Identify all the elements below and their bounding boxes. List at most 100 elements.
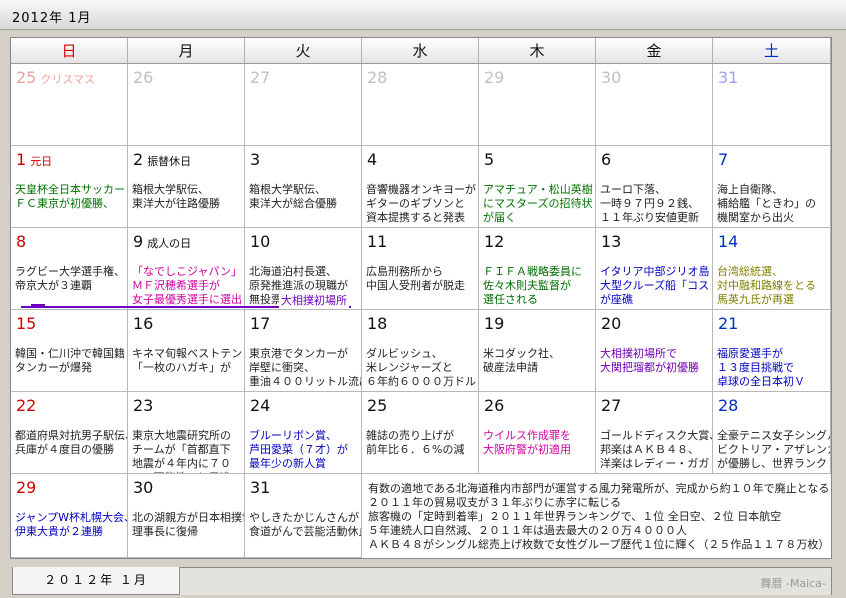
day-cell[interactable]: 29	[479, 64, 596, 146]
day-number-text: 17	[250, 314, 271, 333]
day-number: 25	[367, 396, 387, 415]
day-event[interactable]: 韓国・仁川沖で韓国籍 タンカーが爆発	[15, 347, 125, 375]
day-cell[interactable]: 31 やしきたかじんさんが 食道がんで芸能活動休止	[245, 474, 362, 558]
day-event[interactable]: ブルーリボン賞、 芦田愛菜（７才）が 最年少の新人賞	[249, 429, 348, 471]
day-number-text: 5	[484, 150, 495, 169]
day-number: 25 クリスマス	[16, 68, 95, 87]
tab-current-month[interactable]: ２０１２年 １月	[12, 567, 180, 595]
day-event[interactable]: ウイルス作成罪を 大阪府警が初適用	[483, 429, 571, 457]
day-cell[interactable]: 1 元日 天皇杯全日本サッカー ＦＣ東京が初優勝、	[11, 146, 128, 228]
day-event[interactable]: 天皇杯全日本サッカー ＦＣ東京が初優勝、	[15, 183, 125, 211]
day-number-text: 8	[16, 232, 27, 251]
day-event[interactable]: キネマ旬報ベストテン 「一枚のハガキ」が	[132, 347, 242, 375]
day-cell[interactable]: 18 ダルビッシュ、 米レンジャーズと ６年約６０００万ドル	[362, 310, 479, 392]
day-cell[interactable]: 2 振替休日箱根大学駅伝、 東洋大が往路優勝	[128, 146, 245, 228]
day-cell[interactable]: 3 箱根大学駅伝、 東洋大が総合優勝	[245, 146, 362, 228]
day-cell[interactable]: 25 雑誌の売り上げが 前年比６．６%の減	[362, 392, 479, 474]
holiday-label: クリスマス	[40, 73, 96, 86]
day-cell[interactable]: 20 大相撲初場所で 大関把瑠都が初優勝	[596, 310, 713, 392]
day-cell[interactable]: 25 クリスマス	[11, 64, 128, 146]
day-number-text: 29	[484, 68, 505, 87]
day-cell[interactable]: 17 東京港でタンカーが 岸壁に衝突、 重油４００リットル流出	[245, 310, 362, 392]
day-number: 7	[718, 150, 728, 169]
day-number: 4	[367, 150, 377, 169]
day-cell[interactable]: 14 台湾総統選、 対中融和路線をとる 馬英九氏が再選	[713, 228, 831, 310]
day-number-text: 11	[367, 232, 388, 251]
day-cell[interactable]: 24 ブルーリボン賞、 芦田愛菜（７才）が 最年少の新人賞	[245, 392, 362, 474]
weekday-header: 木	[479, 38, 596, 64]
day-event[interactable]: 箱根大学駅伝、 東洋大が総合優勝	[249, 183, 337, 211]
day-event[interactable]: やしきたかじんさんが 食道がんで芸能活動休止	[249, 511, 361, 539]
day-number: 28	[367, 68, 387, 87]
day-number-text: 31	[718, 68, 739, 87]
day-cell[interactable]: 22 都道府県対抗男子駅伝、 兵庫が４度目の優勝	[11, 392, 128, 474]
day-number: 31	[718, 68, 738, 87]
day-cell[interactable]: 16 キネマ旬報ベストテン 「一枚のハガキ」が	[128, 310, 245, 392]
day-cell[interactable]: 28	[362, 64, 479, 146]
multi-day-event-bar[interactable]: 大相撲初場所	[21, 292, 351, 308]
day-cell[interactable]: 21 福原愛選手が １３度目挑戦で 卓球の全日本初Ｖ	[713, 310, 831, 392]
day-number: 18	[367, 314, 387, 333]
day-number: 31	[250, 478, 270, 497]
day-event[interactable]: 箱根大学駅伝、 東洋大が往路優勝	[132, 183, 220, 211]
day-cell[interactable]: 6 ユーロ下落、 一時９７円９２銭、 １１年ぶり安値更新	[596, 146, 713, 228]
day-cell[interactable]: 29 ジャンプW杯札幌大会、 伊東大貴が２連勝	[11, 474, 128, 558]
day-number-text: 20	[601, 314, 622, 333]
day-cell[interactable]: 7 海上自衛隊、 補給艦「ときわ」の 機関室から出火	[713, 146, 831, 228]
day-cell[interactable]: 30	[596, 64, 713, 146]
day-cell[interactable]: 11 広島刑務所から 中国人受刑者が脱走	[362, 228, 479, 310]
day-event[interactable]: ユーロ下落、 一時９７円９２銭、 １１年ぶり安値更新	[600, 183, 699, 225]
news-item: 有数の適地である北海道稚内市部門が運営する風力発電所が、完成から約１０年で廃止と…	[368, 482, 830, 495]
day-number: 28	[718, 396, 738, 415]
day-cell[interactable]: 28 全豪テニス女子シングル ビクトリア・アザレンカ が優勝し、世界ランク１位	[713, 392, 831, 474]
day-event[interactable]: 台湾総統選、 対中融和路線をとる 馬英九氏が再選	[717, 265, 816, 307]
day-event[interactable]: ゴールドディスク大賞、 邦楽はＡＫＢ４８、 洋楽はレディー・ガガ	[600, 429, 712, 471]
day-event[interactable]: 雑誌の売り上げが 前年比６．６%の減	[366, 429, 464, 457]
day-number-text: 13	[601, 232, 622, 251]
day-number-text: 25	[367, 396, 388, 415]
day-event[interactable]: 海上自衛隊、 補給艦「ときわ」の 機関室から出火	[717, 183, 816, 225]
day-number-text: 27	[250, 68, 271, 87]
day-cell[interactable]: 30 北の湖親方が日本相撲協会 理事長に復帰	[128, 474, 245, 558]
day-number: 16	[133, 314, 153, 333]
day-event[interactable]: ダルビッシュ、 米レンジャーズと ６年約６０００万ドル	[366, 347, 476, 389]
day-cell[interactable]: 15 韓国・仁川沖で韓国籍 タンカーが爆発	[11, 310, 128, 392]
monthly-news-list: 有数の適地である北海道稚内市部門が運営する風力発電所が、完成から約１０年で廃止と…	[368, 482, 829, 552]
day-number: 26	[484, 396, 504, 415]
day-cell[interactable]: 23 東京大地震研究所の チームが「首都直下 地震が４年内に７０ %の可能性」と示…	[128, 392, 245, 474]
day-number-text: 16	[133, 314, 154, 333]
day-number: 5	[484, 150, 494, 169]
day-event[interactable]: 北の湖親方が日本相撲協会 理事長に復帰	[132, 511, 244, 539]
day-event[interactable]: 東京港でタンカーが 岸壁に衝突、 重油４００リットル流出	[249, 347, 361, 389]
day-event[interactable]: ジャンプW杯札幌大会、 伊東大貴が２連勝	[15, 511, 127, 539]
day-number: 2 振替休日	[133, 150, 191, 169]
day-event[interactable]: ＦＩＦＡ戦略委員に 佐々木則夫監督が 選任される	[483, 265, 582, 307]
tab-strip	[180, 567, 832, 595]
day-cell[interactable]: 5 アマチュア・松山英樹 にマスターズの招待状 が届く	[479, 146, 596, 228]
day-event[interactable]: ラグビー大学選手権、 帝京大が３連覇	[15, 265, 125, 293]
day-event[interactable]: 音響機器オンキヨーが ギターのギブソンと 資本提携すると発表	[366, 183, 476, 225]
day-cell[interactable]: 19 米コダック社、 破産法申請	[479, 310, 596, 392]
day-event[interactable]: 大相撲初場所で 大関把瑠都が初優勝	[600, 347, 699, 375]
day-cell[interactable]: 31	[713, 64, 831, 146]
day-cell[interactable]: 27	[245, 64, 362, 146]
day-event[interactable]: 広島刑務所から 中国人受刑者が脱走	[366, 265, 465, 293]
window-title: 2012年 1月	[12, 11, 92, 26]
day-cell[interactable]: 26 ウイルス作成罪を 大阪府警が初適用	[479, 392, 596, 474]
day-event[interactable]: 福原愛選手が １３度目挑戦で 卓球の全日本初Ｖ	[717, 347, 805, 389]
day-cell[interactable]: 26	[128, 64, 245, 146]
weekday-header: 土	[713, 38, 831, 64]
day-cell[interactable]: 12 ＦＩＦＡ戦略委員に 佐々木則夫監督が 選任される	[479, 228, 596, 310]
day-event[interactable]: イタリア中部ジリオ島 大型クルーズ船「コス が座礁	[600, 265, 710, 307]
day-event[interactable]: 米コダック社、 破産法申請	[483, 347, 560, 375]
day-number: 15	[16, 314, 36, 333]
day-event[interactable]: アマチュア・松山英樹 にマスターズの招待状 が届く	[483, 183, 593, 225]
day-number-text: 7	[718, 150, 729, 169]
day-event[interactable]: 都道府県対抗男子駅伝、 兵庫が４度目の優勝	[15, 429, 127, 457]
day-event[interactable]: 東京大地震研究所の チームが「首都直下 地震が４年内に７０ %の可能性」と示唆	[132, 429, 231, 473]
day-cell[interactable]: 4 音響機器オンキヨーが ギターのギブソンと 資本提携すると発表	[362, 146, 479, 228]
day-event[interactable]: 全豪テニス女子シングル ビクトリア・アザレンカ が優勝し、世界ランク１位	[717, 429, 830, 471]
day-cell[interactable]: 27 ゴールドディスク大賞、 邦楽はＡＫＢ４８、 洋楽はレディー・ガガ	[596, 392, 713, 474]
day-cell[interactable]: 13 イタリア中部ジリオ島 大型クルーズ船「コス が座礁	[596, 228, 713, 310]
weekday-header: 日	[11, 38, 128, 64]
